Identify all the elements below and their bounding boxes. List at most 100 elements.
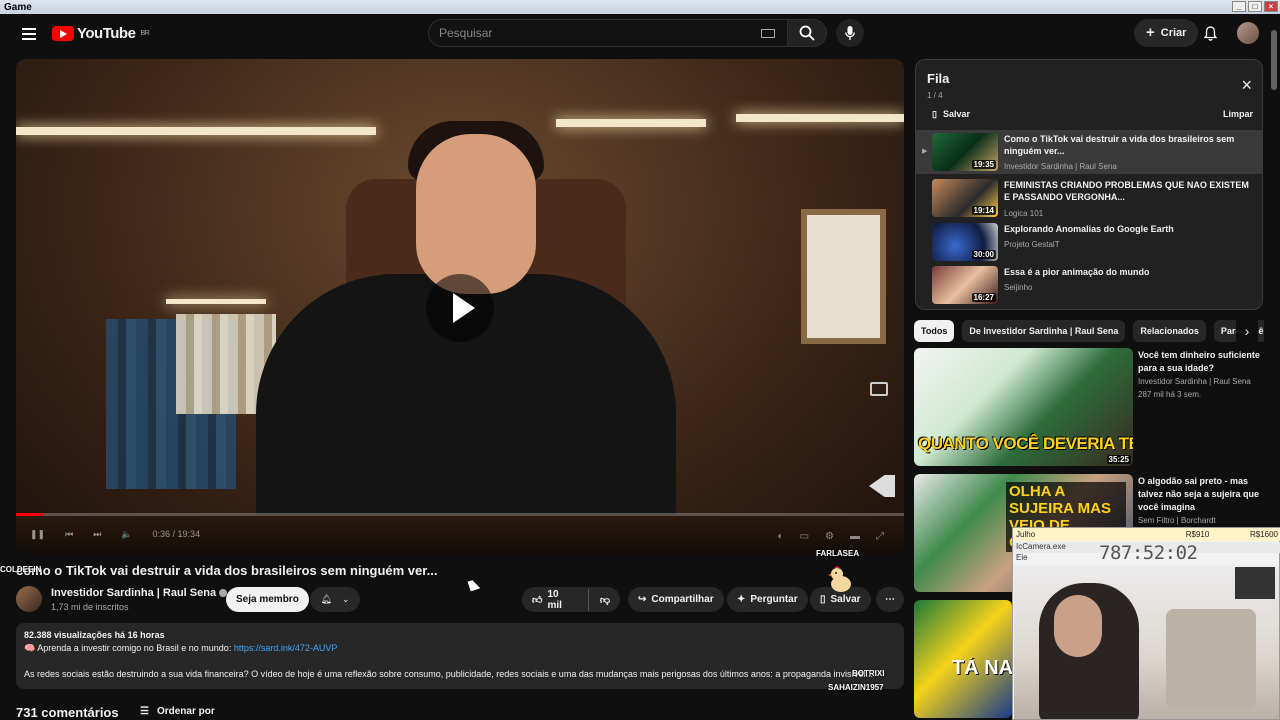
queue-item-title: FEMINISTAS CRIANDO PROBLEMAS QUE NAO EXI…: [1004, 180, 1249, 202]
time-display: 0:36 / 19:34: [152, 529, 201, 539]
recommendation-thumbnail: TÁ NA HORA DE IR E...: [914, 600, 1012, 718]
description-box[interactable]: 82.388 visualizações há 16 horas 🧠 Apren…: [16, 623, 904, 689]
now-playing-icon: ▶: [922, 148, 928, 155]
recommendation-meta: 287 mil há 3 sem.: [1138, 390, 1202, 399]
theater-mode-icon[interactable]: ▬: [850, 531, 860, 542]
fullscreen-icon[interactable]: ⤢: [876, 531, 884, 542]
menu-icon[interactable]: [18, 24, 40, 44]
autoplay-toggle-icon[interactable]: ◐: [778, 531, 784, 542]
recommendation-title: Você tem dinheiro suficiente para a sua …: [1138, 350, 1260, 373]
queue-title: Fila: [927, 71, 950, 86]
previous-icon[interactable]: ⏮: [65, 529, 73, 540]
queue-item[interactable]: 16:27 Essa é a pior animação do mundo Se…: [916, 263, 1262, 307]
picture-frame: [801, 209, 886, 344]
queue-clear-button[interactable]: Limpar: [1223, 109, 1253, 119]
recommendation-chips: Todos De Investidor Sardinha | Raul Sena…: [914, 320, 1264, 342]
queue-item[interactable]: 19:14 FEMINISTAS CRIANDO PROBLEMAS QUE N…: [916, 176, 1262, 220]
more-actions-button[interactable]: ⋯: [876, 587, 904, 612]
next-icon[interactable]: ⏭: [93, 529, 101, 540]
overlay-right-balance: R$1600: [1249, 530, 1278, 539]
like-dislike-group: 👍︎ 10 mil 👎︎: [522, 587, 620, 612]
video-title: como o TikTok vai destruir a vida dos br…: [16, 563, 438, 578]
search-button[interactable]: [787, 19, 827, 47]
video-player[interactable]: ❚❚ ⏮ ⏭ 🔈 0:36 / 19:34 ◐ ▭ ⚙ ▬ ⤢: [16, 59, 904, 554]
notifications-bell-icon[interactable]: [1200, 23, 1220, 43]
thumbs-up-icon: 👍︎: [532, 594, 543, 606]
overlay-timer: 787:52:02: [1099, 542, 1198, 564]
chevron-right-icon[interactable]: ›: [1236, 320, 1258, 342]
shelf-light: [736, 114, 904, 122]
search-input[interactable]: [439, 26, 761, 40]
search-box[interactable]: [428, 19, 788, 47]
youtube-play-icon: [52, 26, 74, 41]
subtitles-icon[interactable]: ▭: [800, 531, 809, 542]
queue-item-title: Como o TikTok vai destruir a vida dos br…: [1004, 134, 1235, 156]
volume-icon[interactable]: 🔈: [121, 529, 132, 540]
recommendation-channel: Investidor Sardinha | Raul Sena: [1138, 377, 1251, 386]
subscription-bell-button[interactable]: 🔔︎ ⌄: [310, 587, 360, 612]
sort-comments-button[interactable]: ☰ Ordenar por: [140, 706, 215, 717]
presenter-face: [416, 134, 536, 294]
queue-item-channel: Projeto GestalT: [1004, 240, 1060, 249]
recommendation-duration: 35:25: [1106, 455, 1131, 464]
channel-avatar[interactable]: [16, 586, 42, 612]
chip-from-channel[interactable]: De Investidor Sardinha | Raul Sena: [962, 320, 1126, 342]
pause-icon[interactable]: ❚❚: [30, 529, 45, 540]
queue-item[interactable]: ▶ 19:35 Como o TikTok vai destruir a vid…: [916, 130, 1262, 174]
queue-item-title: Explorando Anomalias do Google Earth: [1004, 224, 1174, 234]
close-icon[interactable]: ×: [1241, 76, 1252, 94]
window-controls: _ □ ×: [1232, 1, 1278, 12]
join-button[interactable]: Seja membro: [226, 587, 309, 612]
bell-icon: 🔔︎: [320, 594, 332, 604]
maximize-button[interactable]: □: [1248, 1, 1262, 12]
ask-button[interactable]: ✦ Perguntar: [727, 587, 808, 612]
shelf-light: [166, 299, 266, 304]
play-button[interactable]: [426, 274, 494, 342]
queue-save-label: Salvar: [942, 109, 970, 119]
shelf-light: [556, 119, 706, 127]
player-controls: ❚❚ ⏮ ⏭ 🔈 0:36 / 19:34: [16, 514, 904, 554]
keyboard-icon[interactable]: [761, 28, 775, 38]
overlay-balance-bar: Julho R$910 R$1600: [1013, 528, 1280, 541]
channel-name[interactable]: Investidor Sardinha | Raul Sena: [51, 587, 228, 599]
miniplayer-icon[interactable]: [870, 382, 888, 396]
subscriber-count: 1,73 mi de inscritos: [51, 602, 129, 612]
thumbnail-caption: TÁ NA HORA DE IR E...: [952, 658, 1012, 678]
chip-related[interactable]: Relacionados: [1133, 320, 1206, 342]
queue-duration: 16:27: [971, 293, 996, 302]
minimize-button[interactable]: _: [1232, 1, 1246, 12]
queue-item[interactable]: 30:00 Explorando Anomalias do Google Ear…: [916, 220, 1262, 264]
youtube-logo[interactable]: YouTube BR: [52, 25, 150, 42]
close-window-button[interactable]: ×: [1264, 1, 1278, 12]
queue-thumbnail: 30:00: [932, 223, 998, 261]
bookmark-icon: ▯: [932, 109, 937, 119]
settings-gear-icon[interactable]: ⚙: [825, 531, 834, 542]
queue-position: 1 / 4: [927, 91, 943, 100]
chat-username: BOTRIXI: [852, 669, 885, 678]
sort-label: Ordenar por: [156, 706, 215, 717]
overlay-sub-label: Eie: [1016, 553, 1028, 562]
logo-region: BR: [140, 30, 150, 37]
save-label: Salvar: [830, 594, 861, 605]
stream-overlay: Julho R$910 R$1600 IcCamera.exe Eie 787:…: [1012, 527, 1280, 720]
share-icon: ↪: [638, 594, 647, 605]
share-button[interactable]: ↪ Compartilhar: [628, 587, 724, 612]
like-button[interactable]: 👍︎ 10 mil: [532, 588, 589, 611]
dislike-button[interactable]: 👎︎: [600, 594, 610, 606]
create-button[interactable]: + Criar: [1134, 19, 1199, 47]
queue-item-channel: Investidor Sardinha | Raul Sena: [1004, 162, 1117, 171]
queue-item-title: Essa é a pior animação do mundo: [1004, 267, 1150, 277]
chat-username: COLDEEIN: [0, 565, 42, 574]
user-avatar[interactable]: [1237, 22, 1259, 44]
logo-text: YouTube: [77, 25, 136, 42]
voice-search-button[interactable]: [836, 19, 864, 47]
queue-duration: 30:00: [971, 250, 996, 259]
scrollbar-thumb[interactable]: [1271, 30, 1277, 90]
queue-item-channel: Seijinho: [1004, 283, 1033, 292]
description-link[interactable]: https://sard.ink/472-AUVP: [234, 643, 338, 653]
recommendation-card[interactable]: QUANTO VOCÊ DEVERIA TER? 35:25 Você tem …: [914, 348, 1264, 468]
queue-thumbnail: 16:27: [932, 266, 998, 304]
chip-all[interactable]: Todos: [914, 320, 955, 342]
channel-name-text: Investidor Sardinha | Raul Sena: [51, 587, 217, 599]
queue-save-button[interactable]: ▯ Salvar: [932, 109, 970, 120]
